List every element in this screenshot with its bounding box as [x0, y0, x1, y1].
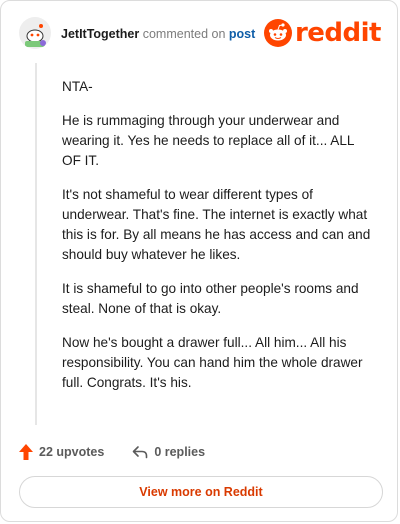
comment-paragraph: It is shameful to go into other people's…: [62, 281, 359, 316]
view-more-button[interactable]: View more on Reddit: [19, 476, 383, 508]
comment-header: JetItTogether commented on post reddit: [19, 17, 382, 53]
comment-meta: JetItTogether commented on post: [61, 27, 255, 41]
comment-paragraph: He is rummaging through your underwear a…: [62, 113, 354, 168]
username[interactable]: JetItTogether: [61, 27, 139, 41]
comment-card: JetItTogether commented on post reddit N…: [0, 0, 398, 522]
reply-count: 0 replies: [154, 445, 206, 459]
comment-paragraph: Now he's bought a drawer full... All him…: [62, 335, 363, 390]
reply-button[interactable]: 0 replies: [132, 445, 205, 459]
upvote-count: 22 upvotes: [39, 445, 105, 459]
post-link[interactable]: post: [229, 27, 255, 41]
reddit-logo[interactable]: reddit: [263, 17, 382, 49]
reddit-logo-icon: [263, 19, 292, 47]
reply-arrow-icon: [133, 446, 148, 459]
comment-paragraph: It's not shameful to wear different type…: [62, 187, 371, 262]
reddit-wordmark: reddit: [294, 18, 382, 48]
thread-line: [35, 63, 37, 425]
upvote-button[interactable]: 22 upvotes: [19, 444, 104, 460]
action-text: commented on: [142, 27, 226, 41]
comment-body: NTA- He is rummaging through your underw…: [62, 77, 372, 407]
avatar[interactable]: [19, 17, 51, 49]
comment-paragraph: NTA-: [62, 79, 93, 94]
upvote-arrow-icon: [19, 444, 33, 460]
comment-actions: 22 upvotes 0 replies: [19, 441, 233, 463]
avatar-icon: [19, 17, 51, 49]
